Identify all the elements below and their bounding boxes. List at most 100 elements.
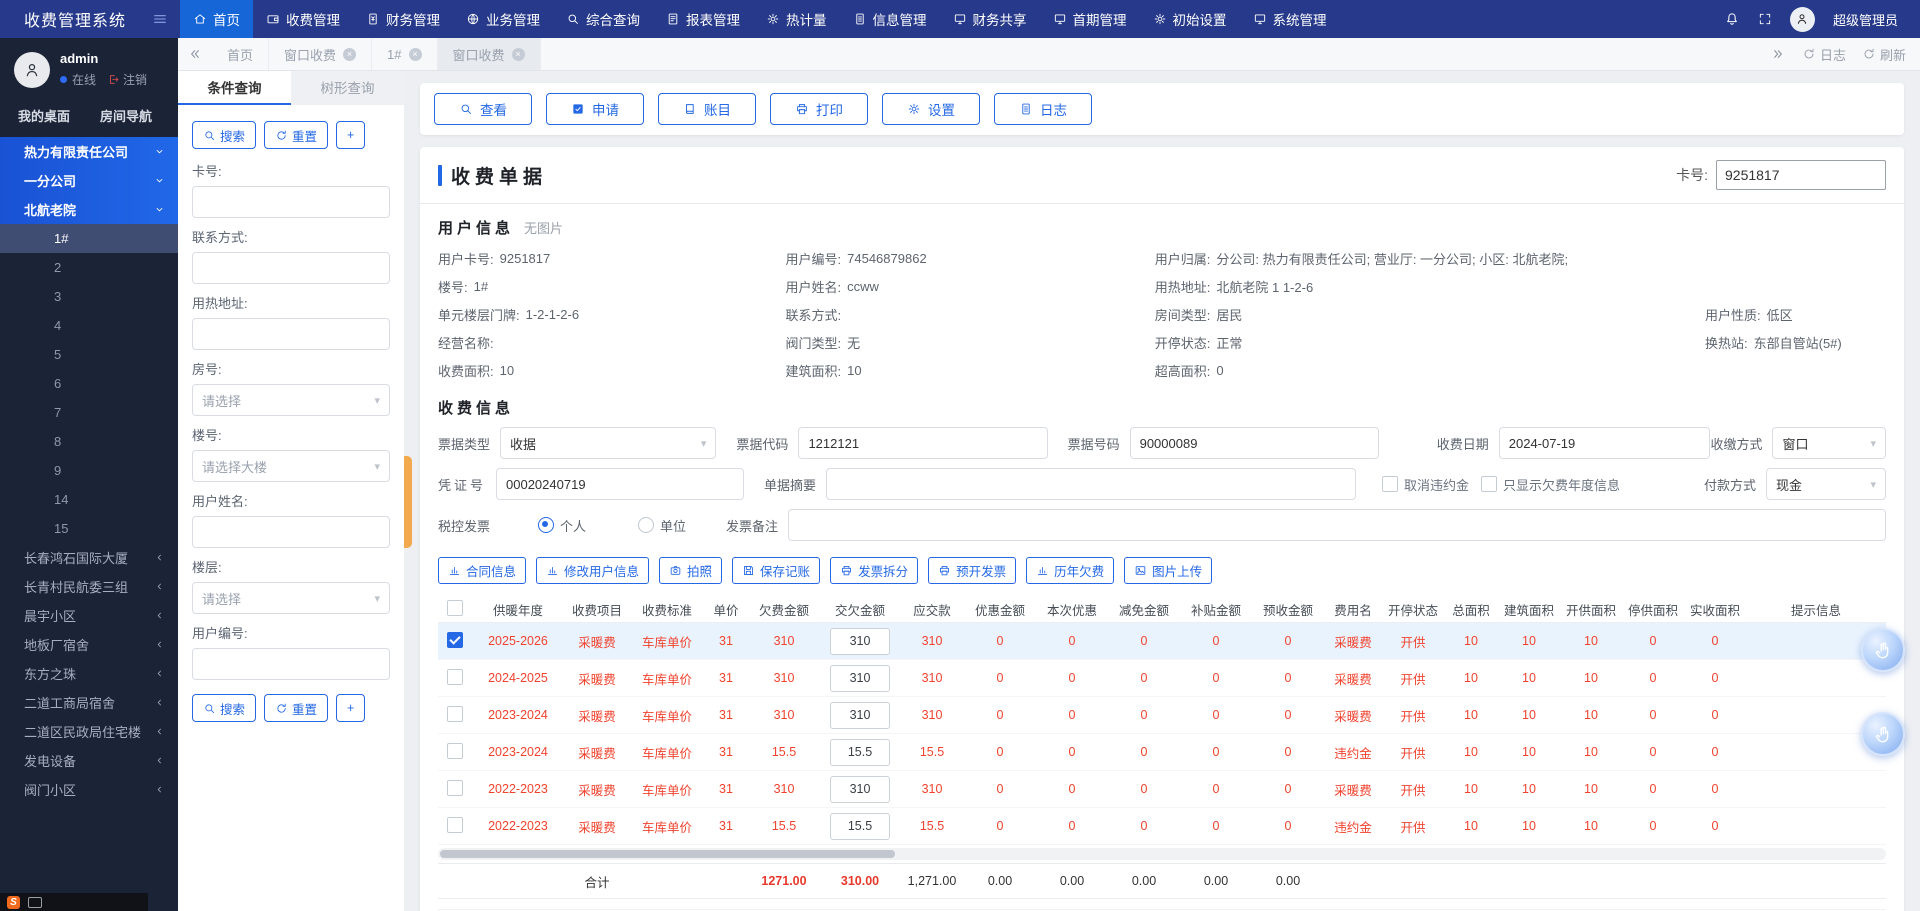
- nav-item-heat[interactable]: 热计量: [753, 0, 840, 38]
- ime-logo-icon[interactable]: S: [7, 896, 20, 909]
- tool-button-4[interactable]: 发票拆分: [830, 557, 918, 584]
- tree-node-8[interactable]: 6: [0, 369, 178, 398]
- tool-button-3[interactable]: 保存记账: [732, 557, 820, 584]
- only-owe-checkbox-line[interactable]: 只显示欠费年度信息: [1481, 475, 1620, 494]
- nav-item-share[interactable]: 财务共享: [940, 0, 1040, 38]
- pay-amount-input[interactable]: 15.5: [830, 739, 890, 766]
- horizontal-scrollbar[interactable]: [438, 848, 1886, 860]
- company-radio[interactable]: [638, 517, 654, 533]
- tree-node-4[interactable]: 2: [0, 253, 178, 282]
- page-tab-3[interactable]: 窗口收费×: [438, 38, 541, 70]
- close-tab-icon[interactable]: ×: [409, 48, 422, 61]
- card-no-input[interactable]: 9251817: [1716, 160, 1886, 190]
- action-button-1[interactable]: 申请: [546, 93, 644, 125]
- user-role-label[interactable]: 超级管理员: [1833, 10, 1898, 29]
- bill-no-input[interactable]: 90000089: [1130, 427, 1379, 459]
- floating-hand-button-2[interactable]: [1861, 712, 1905, 756]
- scroll-tabs-right-button[interactable]: [1770, 46, 1786, 62]
- query-field-input[interactable]: [192, 516, 390, 548]
- tree-node-6[interactable]: 4: [0, 311, 178, 340]
- personal-radio-line[interactable]: 个人: [538, 516, 586, 535]
- tree-node-22[interactable]: 阀门小区: [0, 775, 178, 804]
- floating-hand-button-1[interactable]: [1861, 628, 1905, 672]
- reset-button[interactable]: 重置: [264, 121, 328, 149]
- table-row-2[interactable]: 2023-2024采暖费车库单价3131031031000000采暖费开供101…: [438, 697, 1886, 734]
- row-checkbox[interactable]: [447, 743, 463, 759]
- tree-node-7[interactable]: 5: [0, 340, 178, 369]
- bill-type-select[interactable]: 收据▾: [500, 427, 716, 459]
- query-field-input[interactable]: [192, 648, 390, 680]
- pay-way-select[interactable]: 现金▾: [1766, 468, 1886, 500]
- nav-item-report[interactable]: 报表管理: [653, 0, 753, 38]
- query-tab-1[interactable]: 树形查询: [291, 71, 404, 105]
- table-row-0[interactable]: 2025-2026采暖费车库单价3131031031000000采暖费开供101…: [438, 623, 1886, 660]
- query-field-select[interactable]: 请选择▾: [192, 582, 390, 614]
- tree-node-12[interactable]: 14: [0, 485, 178, 514]
- fullscreen-icon[interactable]: [1758, 12, 1772, 26]
- table-row-4[interactable]: 2022-2023采暖费车库单价3131031031000000采暖费开供101…: [438, 771, 1886, 808]
- tool-button-1[interactable]: 修改用户信息: [536, 557, 649, 584]
- tool-button-0[interactable]: 合同信息: [438, 557, 526, 584]
- only-owe-checkbox[interactable]: [1481, 476, 1497, 492]
- row-checkbox[interactable]: [447, 632, 463, 648]
- invoice-note-input[interactable]: [788, 509, 1886, 541]
- query-field-select[interactable]: 请选择大楼▾: [192, 450, 390, 482]
- nav-item-system[interactable]: 系统管理: [1240, 0, 1340, 38]
- logout-button[interactable]: 注销: [107, 71, 147, 88]
- query-field-select[interactable]: 请选择▾: [192, 384, 390, 416]
- tree-node-21[interactable]: 发电设备: [0, 746, 178, 775]
- cancel-penalty-checkbox[interactable]: [1382, 476, 1398, 492]
- tree-node-5[interactable]: 3: [0, 282, 178, 311]
- sidebar-tab-1[interactable]: 房间导航: [100, 106, 152, 125]
- tool-button-2[interactable]: 拍照: [659, 557, 722, 584]
- pay-amount-input[interactable]: 310: [830, 702, 890, 729]
- bell-icon[interactable]: [1724, 11, 1740, 27]
- tree-node-9[interactable]: 7: [0, 398, 178, 427]
- close-tab-icon[interactable]: ×: [512, 48, 525, 61]
- nav-item-business[interactable]: 业务管理: [453, 0, 553, 38]
- tree-node-18[interactable]: 东方之珠: [0, 659, 178, 688]
- query-field-input[interactable]: [192, 186, 390, 218]
- tree-node-16[interactable]: 晨宇小区: [0, 601, 178, 630]
- search-button[interactable]: 搜索: [192, 121, 256, 149]
- tree-node-0[interactable]: 热力有限责任公司: [0, 137, 178, 166]
- log-button[interactable]: 日志: [1802, 45, 1846, 64]
- refresh-button[interactable]: 刷新: [1862, 45, 1906, 64]
- row-checkbox[interactable]: [447, 669, 463, 685]
- avatar[interactable]: [14, 52, 50, 88]
- tree-node-17[interactable]: 地板厂宿舍: [0, 630, 178, 659]
- fee-date-input[interactable]: 2024-07-19: [1499, 427, 1711, 459]
- tool-button-6[interactable]: 历年欠费: [1026, 557, 1114, 584]
- summary-input[interactable]: [826, 468, 1356, 500]
- nav-item-fee[interactable]: 收费管理: [253, 0, 353, 38]
- nav-item-home[interactable]: 首页: [180, 0, 253, 38]
- tree-node-3[interactable]: 1#: [0, 224, 178, 253]
- keyboard-icon[interactable]: [28, 897, 42, 908]
- page-tab-2[interactable]: 1#×: [372, 38, 437, 70]
- company-radio-line[interactable]: 单位: [638, 516, 686, 535]
- tree-node-19[interactable]: 二道工商局宿舍: [0, 688, 178, 717]
- row-checkbox[interactable]: [447, 817, 463, 833]
- cancel-penalty-checkbox-line[interactable]: 取消违约金: [1382, 475, 1469, 494]
- reset-button[interactable]: 重置: [264, 694, 328, 722]
- add-condition-button[interactable]: +: [336, 694, 365, 722]
- nav-item-info[interactable]: 信息管理: [840, 0, 940, 38]
- table-row-5[interactable]: 2022-2023采暖费车库单价3115.515.515.500000违约金开供…: [438, 808, 1886, 845]
- query-field-input[interactable]: [192, 318, 390, 350]
- action-button-5[interactable]: 日志: [994, 93, 1092, 125]
- tree-node-2[interactable]: 北航老院: [0, 195, 178, 224]
- tree-node-1[interactable]: 一分公司: [0, 166, 178, 195]
- nav-item-first[interactable]: 首期管理: [1040, 0, 1140, 38]
- bill-code-input[interactable]: 1212121: [798, 427, 1047, 459]
- pay-amount-input[interactable]: 310: [830, 776, 890, 803]
- hamburger-icon[interactable]: [152, 11, 168, 27]
- tool-button-7[interactable]: 图片上传: [1124, 557, 1212, 584]
- collect-way-select[interactable]: 窗口▾: [1772, 427, 1886, 459]
- table-row-3[interactable]: 2023-2024采暖费车库单价3115.515.515.500000违约金开供…: [438, 734, 1886, 771]
- action-button-2[interactable]: 账目: [658, 93, 756, 125]
- scrollbar-thumb[interactable]: [440, 850, 895, 858]
- query-tab-0[interactable]: 条件查询: [178, 71, 291, 105]
- page-tab-0[interactable]: 首页: [212, 38, 269, 70]
- query-field-input[interactable]: [192, 252, 390, 284]
- close-tab-icon[interactable]: ×: [343, 48, 356, 61]
